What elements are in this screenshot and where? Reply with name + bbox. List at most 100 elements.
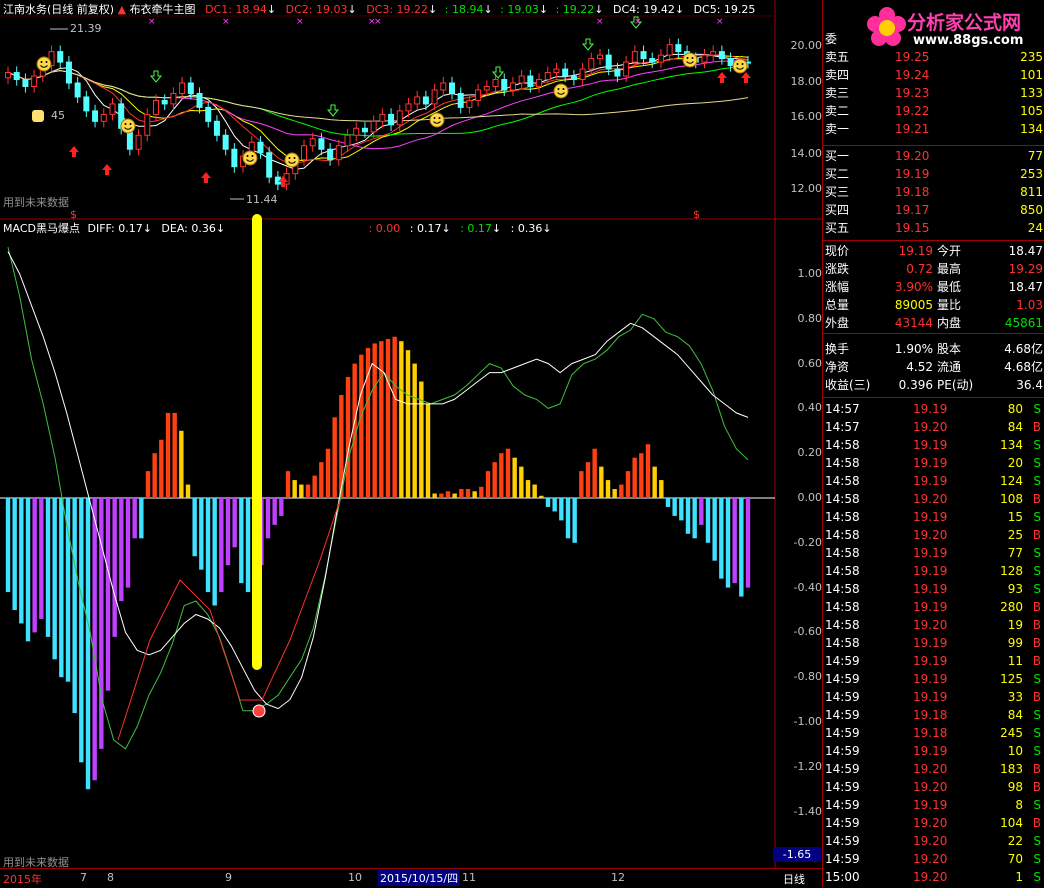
tick-side: S xyxy=(1033,510,1041,524)
candle-body xyxy=(179,82,186,94)
tick-row[interactable]: 14:57 19.19 80 S xyxy=(823,400,1044,418)
buy-level-row[interactable]: 买一 19.20 77 xyxy=(823,147,1044,165)
x-marker-icon: × xyxy=(374,17,382,27)
tick-price: 19.19 xyxy=(913,564,948,578)
tick-price: 19.20 xyxy=(913,618,948,632)
smiley-icon xyxy=(553,83,569,99)
tick-volume: 80 xyxy=(1007,402,1023,416)
sell-level-row[interactable]: 卖三 19.23 133 xyxy=(823,84,1044,102)
sell-level-row[interactable]: 卖二 19.22 105 xyxy=(823,102,1044,120)
macd-bar xyxy=(472,491,477,498)
tick-row[interactable]: 14:59 19.18 245 S xyxy=(823,724,1044,742)
candle-body xyxy=(5,72,11,79)
tick-row[interactable]: 14:59 19.20 104 B xyxy=(823,814,1044,832)
tick-row[interactable]: 14:59 19.19 8 S xyxy=(823,796,1044,814)
tick-row[interactable]: 14:58 19.19 128 S xyxy=(823,562,1044,580)
macd-bar xyxy=(485,471,491,498)
stat-label: PE(动) xyxy=(937,378,974,392)
tick-side: B xyxy=(1032,636,1041,650)
stat-label: 今开 xyxy=(937,244,962,258)
candle-body xyxy=(266,152,273,178)
tick-row[interactable]: 14:58 19.19 20 S xyxy=(823,454,1044,472)
cursor-value-box: -1.65 xyxy=(773,847,821,862)
buy-level-row[interactable]: 买五 19.15 24 xyxy=(823,219,1044,237)
macd-bar xyxy=(599,466,604,498)
candle-body xyxy=(718,51,725,60)
tick-row[interactable]: 14:58 19.19 99 B xyxy=(823,634,1044,652)
tick-volume: 280 xyxy=(1000,600,1023,614)
tick-volume: 1 xyxy=(1015,870,1023,884)
stock-title[interactable]: 江南水务(日线 前复权) xyxy=(3,3,114,16)
macd-bar xyxy=(172,412,177,498)
macd-bar xyxy=(645,444,651,498)
tick-row[interactable]: 14:59 19.20 70 S xyxy=(823,850,1044,868)
candle-body xyxy=(701,54,708,63)
tick-price: 19.19 xyxy=(913,438,948,452)
tick-row[interactable]: 14:58 19.20 25 B xyxy=(823,526,1044,544)
tick-time: 14:59 xyxy=(825,654,860,668)
tick-row[interactable]: 14:59 19.19 11 B xyxy=(823,652,1044,670)
tick-row[interactable]: 14:59 19.20 183 B xyxy=(823,760,1044,778)
tick-row[interactable]: 14:58 19.19 124 S xyxy=(823,472,1044,490)
macd-r1: : 0.00 xyxy=(368,222,401,235)
buy-volume: 253 xyxy=(1020,167,1043,181)
sell-level-row[interactable]: 卖一 19.21 134 xyxy=(823,120,1044,138)
period-label[interactable]: 日线 xyxy=(783,871,805,887)
smiley-icon xyxy=(129,123,132,125)
dc5-value: DC5: 19.25 xyxy=(693,3,756,16)
tick-row[interactable]: 14:58 19.19 77 S xyxy=(823,544,1044,562)
candle-body xyxy=(509,82,516,91)
main-indicator-name[interactable]: 布衣牵牛主图 xyxy=(130,3,196,16)
macd-bar xyxy=(592,448,597,498)
tick-row[interactable]: 14:59 19.19 10 S xyxy=(823,742,1044,760)
tick-row[interactable]: 14:59 19.19 125 S xyxy=(823,670,1044,688)
smiley-icon xyxy=(429,112,445,128)
macd-bar xyxy=(319,462,324,498)
candle-body xyxy=(675,44,682,53)
buy-level-row[interactable]: 买三 19.18 811 xyxy=(823,183,1044,201)
tick-row[interactable]: 14:58 19.19 15 S xyxy=(823,508,1044,526)
tick-row[interactable]: 14:58 19.20 108 B xyxy=(823,490,1044,508)
dollar-marker: $ xyxy=(70,208,77,221)
selected-date[interactable]: 2015/10/15/四 xyxy=(378,870,461,886)
tick-row[interactable]: 14:59 19.20 22 S xyxy=(823,832,1044,850)
macd-bar xyxy=(585,462,591,498)
macd-bar xyxy=(45,498,51,637)
sell-level-row[interactable]: 卖五 19.25 235 xyxy=(823,48,1044,66)
smiley-icon xyxy=(120,118,136,134)
macd-bar xyxy=(12,498,17,610)
tick-row[interactable]: 14:59 19.20 98 B xyxy=(823,778,1044,796)
tick-row[interactable]: 14:59 19.19 33 B xyxy=(823,688,1044,706)
tick-row[interactable]: 15:00 19.20 1 S xyxy=(823,868,1044,886)
macd-bar xyxy=(505,448,511,498)
tick-side: S xyxy=(1033,744,1041,758)
candle-body xyxy=(83,96,90,112)
logo-url: www.88gs.com xyxy=(913,33,1024,48)
sell-price: 19.21 xyxy=(895,122,930,136)
sell-level-label: 卖五 xyxy=(825,50,850,64)
chart-canvas[interactable]: × × × ×× × × × xyxy=(0,0,822,887)
tick-volume: 33 xyxy=(1007,690,1023,704)
buy-level-row[interactable]: 买四 19.17 850 xyxy=(823,201,1044,219)
tick-row[interactable]: 14:58 19.20 19 B xyxy=(823,616,1044,634)
tick-row[interactable]: 14:58 19.19 93 S xyxy=(823,580,1044,598)
tick-volume: 104 xyxy=(1000,816,1023,830)
candle-body xyxy=(100,113,107,122)
tick-side: B xyxy=(1032,492,1041,506)
sell-level-row[interactable]: 卖四 19.24 101 xyxy=(823,66,1044,84)
candle-body xyxy=(388,113,395,126)
stat-value: 18.47 xyxy=(1008,280,1043,294)
smiley-icon xyxy=(562,88,565,90)
buy-price: 19.18 xyxy=(895,185,930,199)
macd-title[interactable]: MACD黑马爆点 xyxy=(3,222,80,235)
tick-row[interactable]: 14:58 19.19 280 B xyxy=(823,598,1044,616)
candle-body xyxy=(466,99,473,108)
tick-row[interactable]: 14:57 19.20 84 B xyxy=(823,418,1044,436)
site-logo: 分析家公式网 www.88gs.com xyxy=(865,5,1040,49)
tick-row[interactable]: 14:59 19.18 84 S xyxy=(823,706,1044,724)
buy-level-row[interactable]: 买二 19.19 253 xyxy=(823,165,1044,183)
candle-body xyxy=(570,75,577,81)
smiley-icon xyxy=(433,117,436,119)
divider xyxy=(823,240,1044,241)
tick-row[interactable]: 14:58 19.19 134 S xyxy=(823,436,1044,454)
